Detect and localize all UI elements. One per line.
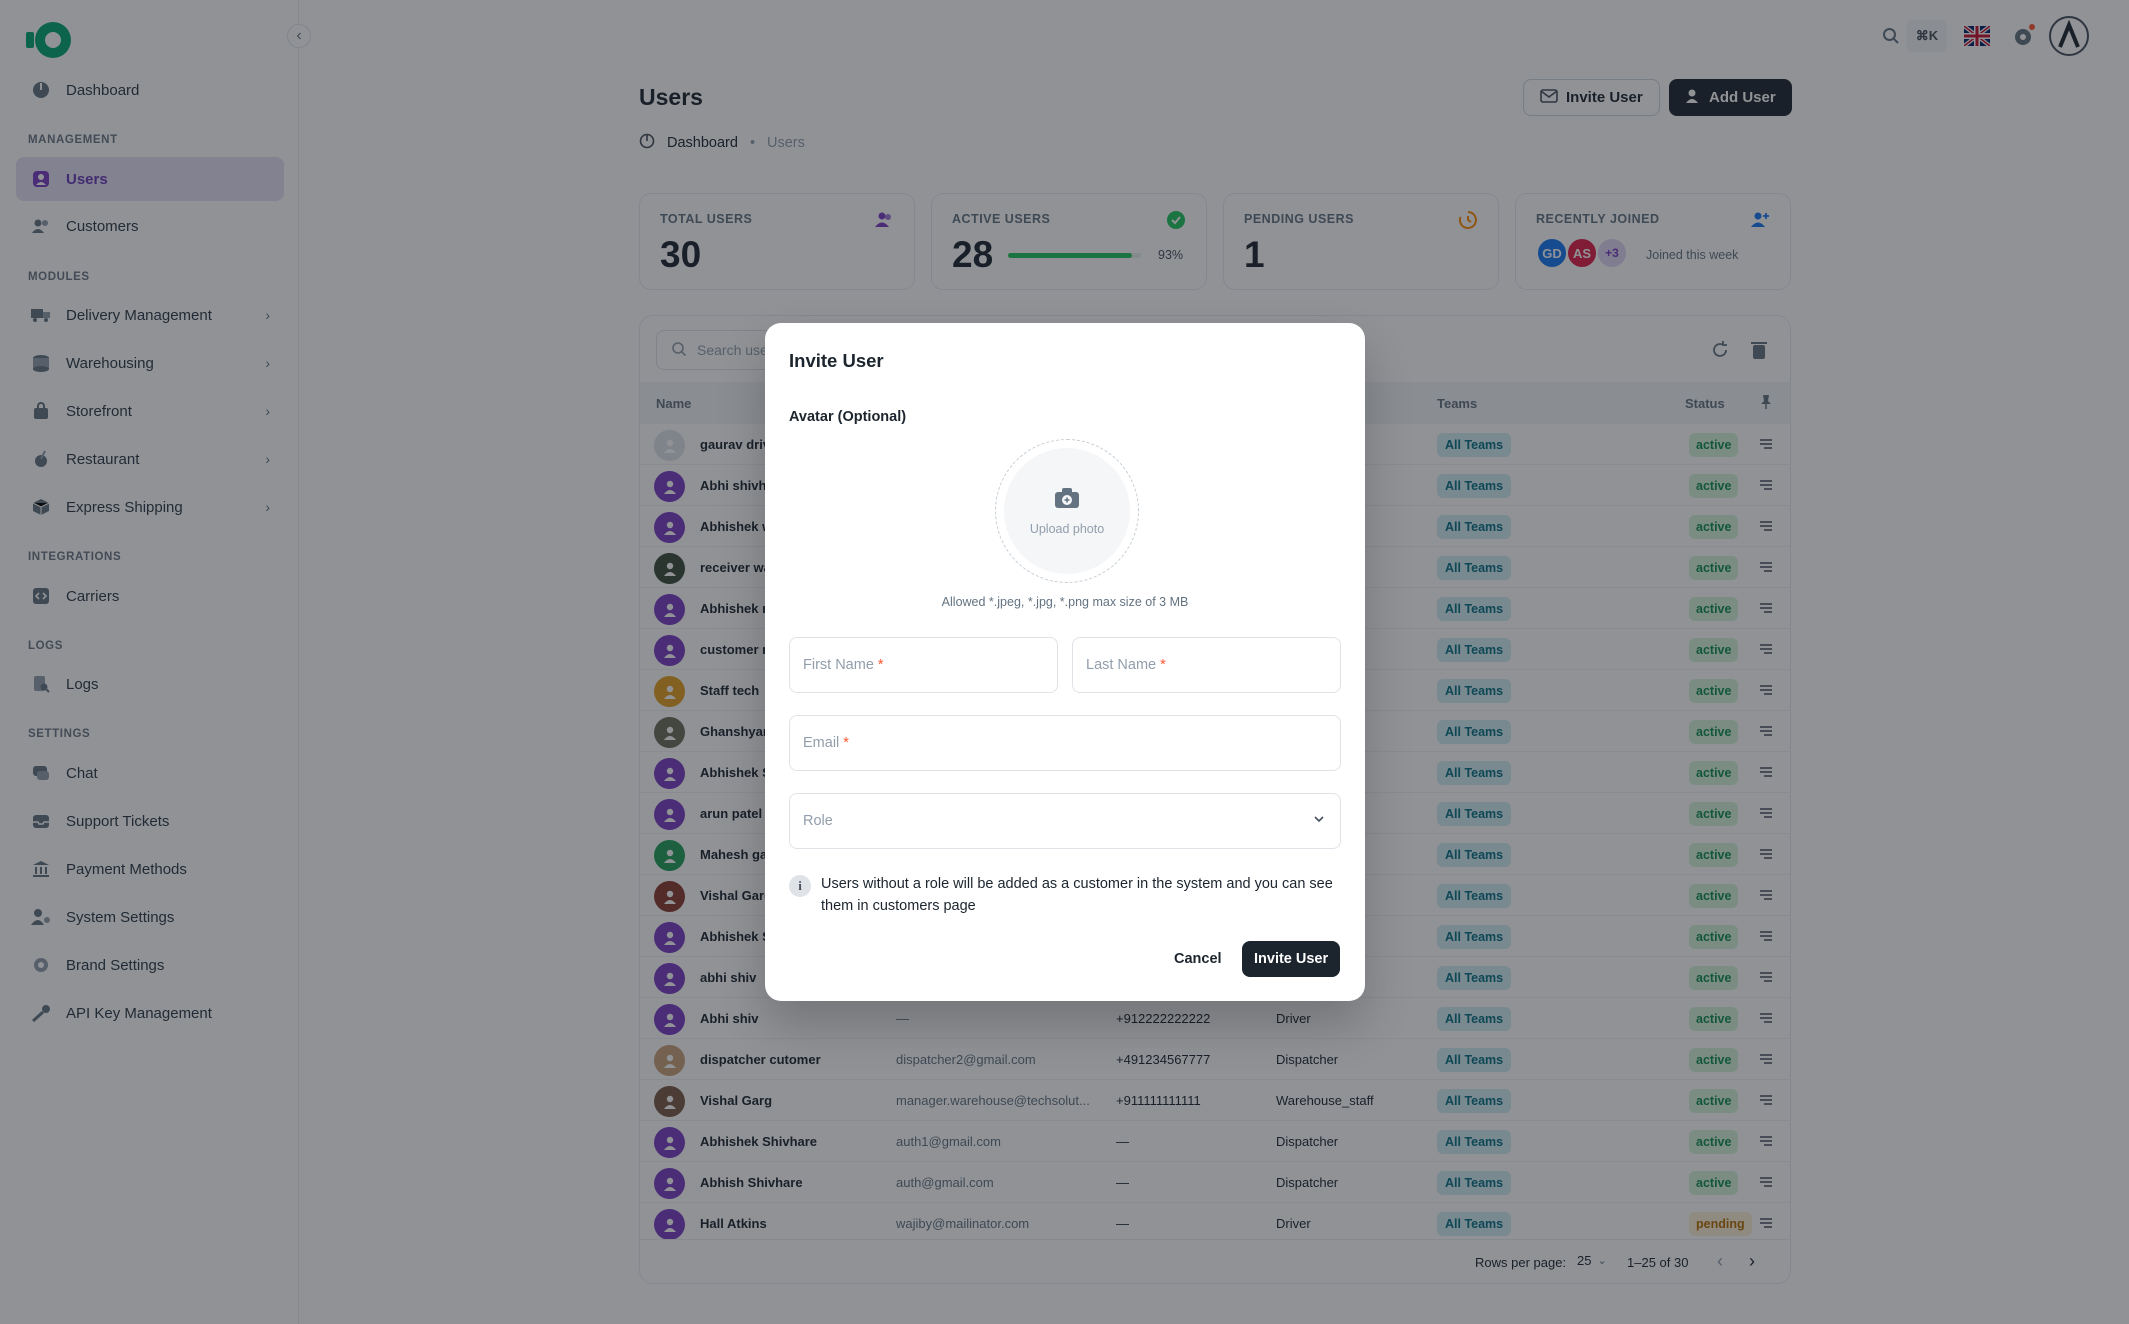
last-name-field[interactable]: Last Name * xyxy=(1072,637,1341,693)
role-select[interactable]: Role xyxy=(789,793,1341,849)
avatar-label: Avatar (Optional) xyxy=(789,409,907,425)
upload-text: Upload photo xyxy=(1029,521,1105,536)
camera-icon xyxy=(1054,487,1080,514)
info-text: Users without a role will be added as a … xyxy=(821,876,1333,914)
invite-user-submit-button[interactable]: Invite User xyxy=(1242,941,1341,977)
dialog-title: Invite User xyxy=(789,350,884,371)
required-mark: * xyxy=(843,735,849,751)
avatar-upload[interactable]: Upload photo xyxy=(995,439,1139,583)
upload-hint: Allowed *.jpeg, *.jpg, *.png max size of… xyxy=(941,595,1189,609)
required-mark: * xyxy=(1160,657,1166,673)
last-name-placeholder: Last Name xyxy=(1086,657,1157,673)
upload-area[interactable]: Upload photo xyxy=(1004,448,1130,574)
cancel-button[interactable]: Cancel xyxy=(1162,941,1234,977)
role-placeholder: Role xyxy=(803,813,833,829)
required-mark: * xyxy=(877,657,884,673)
role-info: i Users without a role will be added as … xyxy=(789,873,1341,917)
first-name-field[interactable]: First Name * xyxy=(789,637,1058,693)
info-icon: i xyxy=(789,875,811,897)
email-placeholder: Email xyxy=(803,735,840,751)
chevron-down-icon xyxy=(1312,812,1326,830)
first-name-placeholder: First Name xyxy=(803,657,874,673)
email-field[interactable]: Email * xyxy=(789,715,1341,771)
invite-user-dialog: Invite User Avatar (Optional) Upload pho… xyxy=(765,323,1365,1001)
